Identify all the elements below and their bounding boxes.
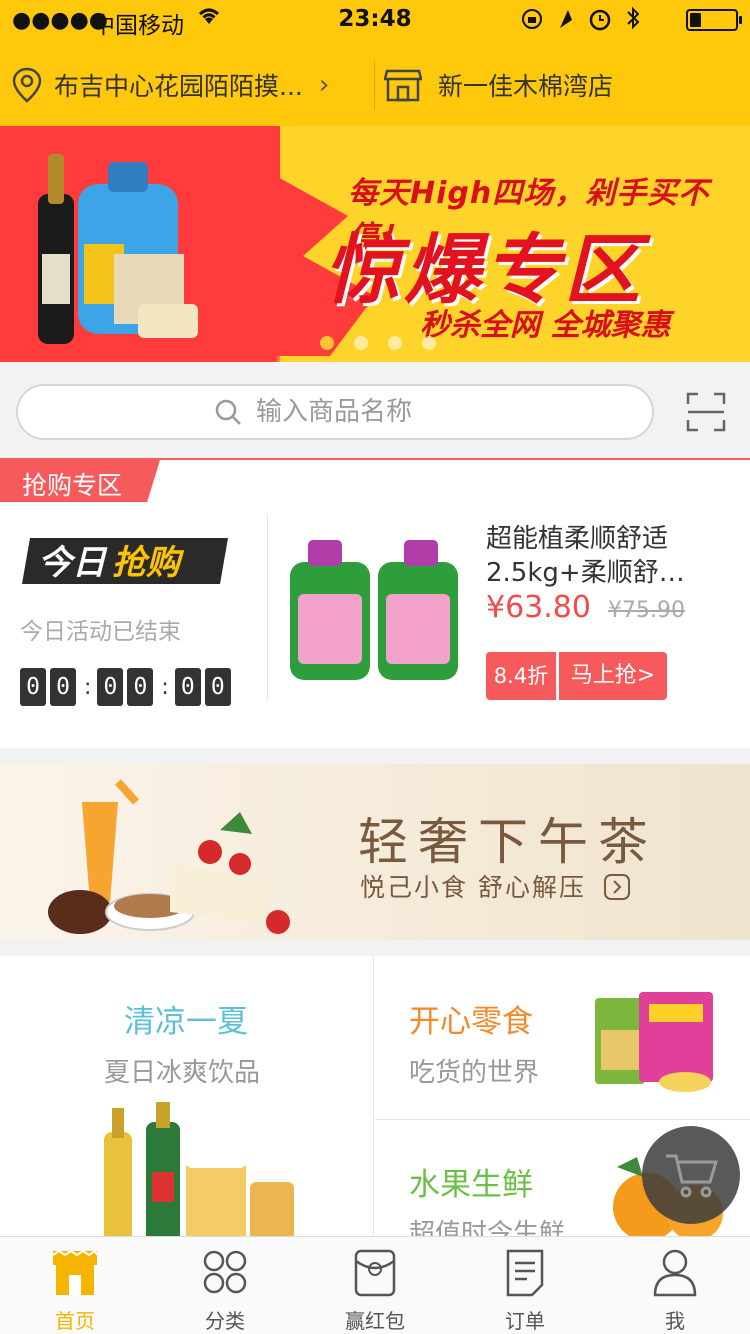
store-selector[interactable]: 新一佳木棉湾店 xyxy=(384,64,613,106)
promo-banner[interactable]: 每天High四场，剁手买不停！ 惊爆专区 秒杀全网 全城聚惠 xyxy=(0,126,750,362)
scan-icon[interactable] xyxy=(686,392,726,432)
chevron-right-box-icon xyxy=(603,874,630,900)
countdown-colon: : xyxy=(161,674,169,700)
snacks-illustration xyxy=(595,992,713,1092)
activity-status: 今日活动已结束 xyxy=(20,619,181,645)
location-label: 布吉中心花园陌陌摸... xyxy=(54,72,303,101)
flash-sale-section: 抢购专区 今日 抢购 今日活动已结束 0 0 : 0 0 : 0 0 超能植柔顺… xyxy=(0,458,750,748)
store-name: 新一佳木棉湾店 xyxy=(438,72,614,101)
banner-subtitle: 秒杀全网 全城聚惠 xyxy=(420,308,671,343)
battery-fill xyxy=(690,13,701,27)
tea-banner-subtitle-text: 悦己小食 舒心解压 xyxy=(360,873,586,902)
tab-label: 首页 xyxy=(55,1309,95,1333)
product-image[interactable] xyxy=(286,534,466,684)
buy-now-button[interactable]: 马上抢> xyxy=(559,652,667,700)
category-title: 水果生鲜 xyxy=(409,1167,533,1203)
today-deal-logo: 今日 抢购 xyxy=(20,534,230,588)
category-subtitle: 夏日冰爽饮品 xyxy=(104,1058,261,1088)
chevron-right-icon: › xyxy=(318,70,330,100)
tea-banner-title: 轻奢下午茶 xyxy=(358,813,658,871)
battery-icon xyxy=(686,9,742,31)
banner-dot[interactable] xyxy=(388,336,402,350)
svg-text:抢购: 抢购 xyxy=(112,543,185,583)
tab-home[interactable]: 首页 xyxy=(0,1237,150,1334)
category-title: 清凉一夏 xyxy=(124,1004,248,1040)
countdown-digit: 0 xyxy=(174,668,201,706)
status-icons xyxy=(520,6,650,37)
countdown-digit: 0 xyxy=(97,668,124,706)
category-title: 开心零食 xyxy=(409,1004,533,1040)
countdown-digit: 0 xyxy=(20,668,46,706)
tab-label: 分类 xyxy=(205,1309,245,1333)
banner-dot[interactable] xyxy=(422,336,436,350)
dessert-illustration xyxy=(48,779,290,934)
banner-dot[interactable] xyxy=(320,336,334,350)
category-snacks[interactable]: 开心零食 吃货的世界 xyxy=(375,956,750,1120)
category-cold-drinks[interactable]: 清凉一夏 夏日冰爽饮品 xyxy=(0,956,374,1246)
tab-red-envelope[interactable]: 赢红包 xyxy=(300,1237,450,1334)
discount-badge: 8.4折 xyxy=(486,652,556,700)
product-name-line2: 2.5kg+柔顺舒… xyxy=(486,558,685,588)
tab-profile[interactable]: 我 xyxy=(600,1237,750,1334)
flash-divider xyxy=(267,514,268,700)
svg-text:今日: 今日 xyxy=(38,543,108,583)
countdown-digit: 0 xyxy=(204,668,231,706)
location-selector[interactable]: 布吉中心花园陌陌摸... › xyxy=(12,64,362,106)
search-box[interactable] xyxy=(16,384,654,440)
countdown-digit: 0 xyxy=(50,668,76,706)
product-original-price: ¥75.90 xyxy=(608,598,685,623)
user-icon xyxy=(653,1249,697,1297)
search-row xyxy=(0,362,750,458)
red-envelope-icon xyxy=(354,1249,396,1297)
product-name[interactable]: 超能植柔顺舒适 2.5kg+柔顺舒… xyxy=(486,522,736,590)
tab-orders[interactable]: 订单 xyxy=(450,1237,600,1334)
tab-label: 我 xyxy=(665,1309,685,1333)
countdown-colon: : xyxy=(84,674,92,700)
countdown-digit: 0 xyxy=(127,668,154,706)
tab-label: 赢红包 xyxy=(345,1309,405,1333)
countdown-timer: 0 0 : 0 0 : 0 0 xyxy=(20,668,235,706)
top-header: ●●●●● 中国移动 23:48 布吉中心花园陌陌摸... › 新一佳木棉湾店 xyxy=(0,0,750,126)
floating-cart-button[interactable] xyxy=(642,1126,740,1224)
tab-category[interactable]: 分类 xyxy=(150,1237,300,1334)
beer-illustration xyxy=(104,1102,294,1246)
category-icon xyxy=(203,1250,247,1294)
category-grid: 清凉一夏 夏日冰爽饮品 开心零食 吃货的世界 水果生鲜 超值时令生鲜 xyxy=(0,956,750,1249)
products-illustration xyxy=(38,154,198,344)
status-bar: ●●●●● 中国移动 23:48 xyxy=(0,0,750,40)
category-subtitle: 吃货的世界 xyxy=(409,1058,540,1088)
tea-banner-subtitle: 悦己小食 舒心解压 xyxy=(360,868,630,904)
order-icon xyxy=(506,1249,544,1297)
afternoon-tea-banner[interactable]: 轻奢下午茶 悦己小食 舒心解压 xyxy=(0,764,750,940)
bottom-tab-bar: 首页 分类 赢红包 订单 我 xyxy=(0,1236,750,1334)
tab-label: 订单 xyxy=(505,1309,545,1333)
store-icon xyxy=(384,69,422,102)
banner-dot[interactable] xyxy=(354,336,368,350)
cart-icon xyxy=(666,1154,718,1198)
location-pin-icon xyxy=(12,67,42,103)
product-name-line1: 超能植柔顺舒适 xyxy=(486,524,669,554)
search-input[interactable] xyxy=(256,397,456,427)
product-price: ¥63.80 xyxy=(486,590,591,625)
flash-sale-tag: 抢购专区 xyxy=(0,460,160,502)
home-icon xyxy=(52,1249,98,1295)
header-divider xyxy=(374,60,375,110)
search-icon xyxy=(215,399,241,425)
